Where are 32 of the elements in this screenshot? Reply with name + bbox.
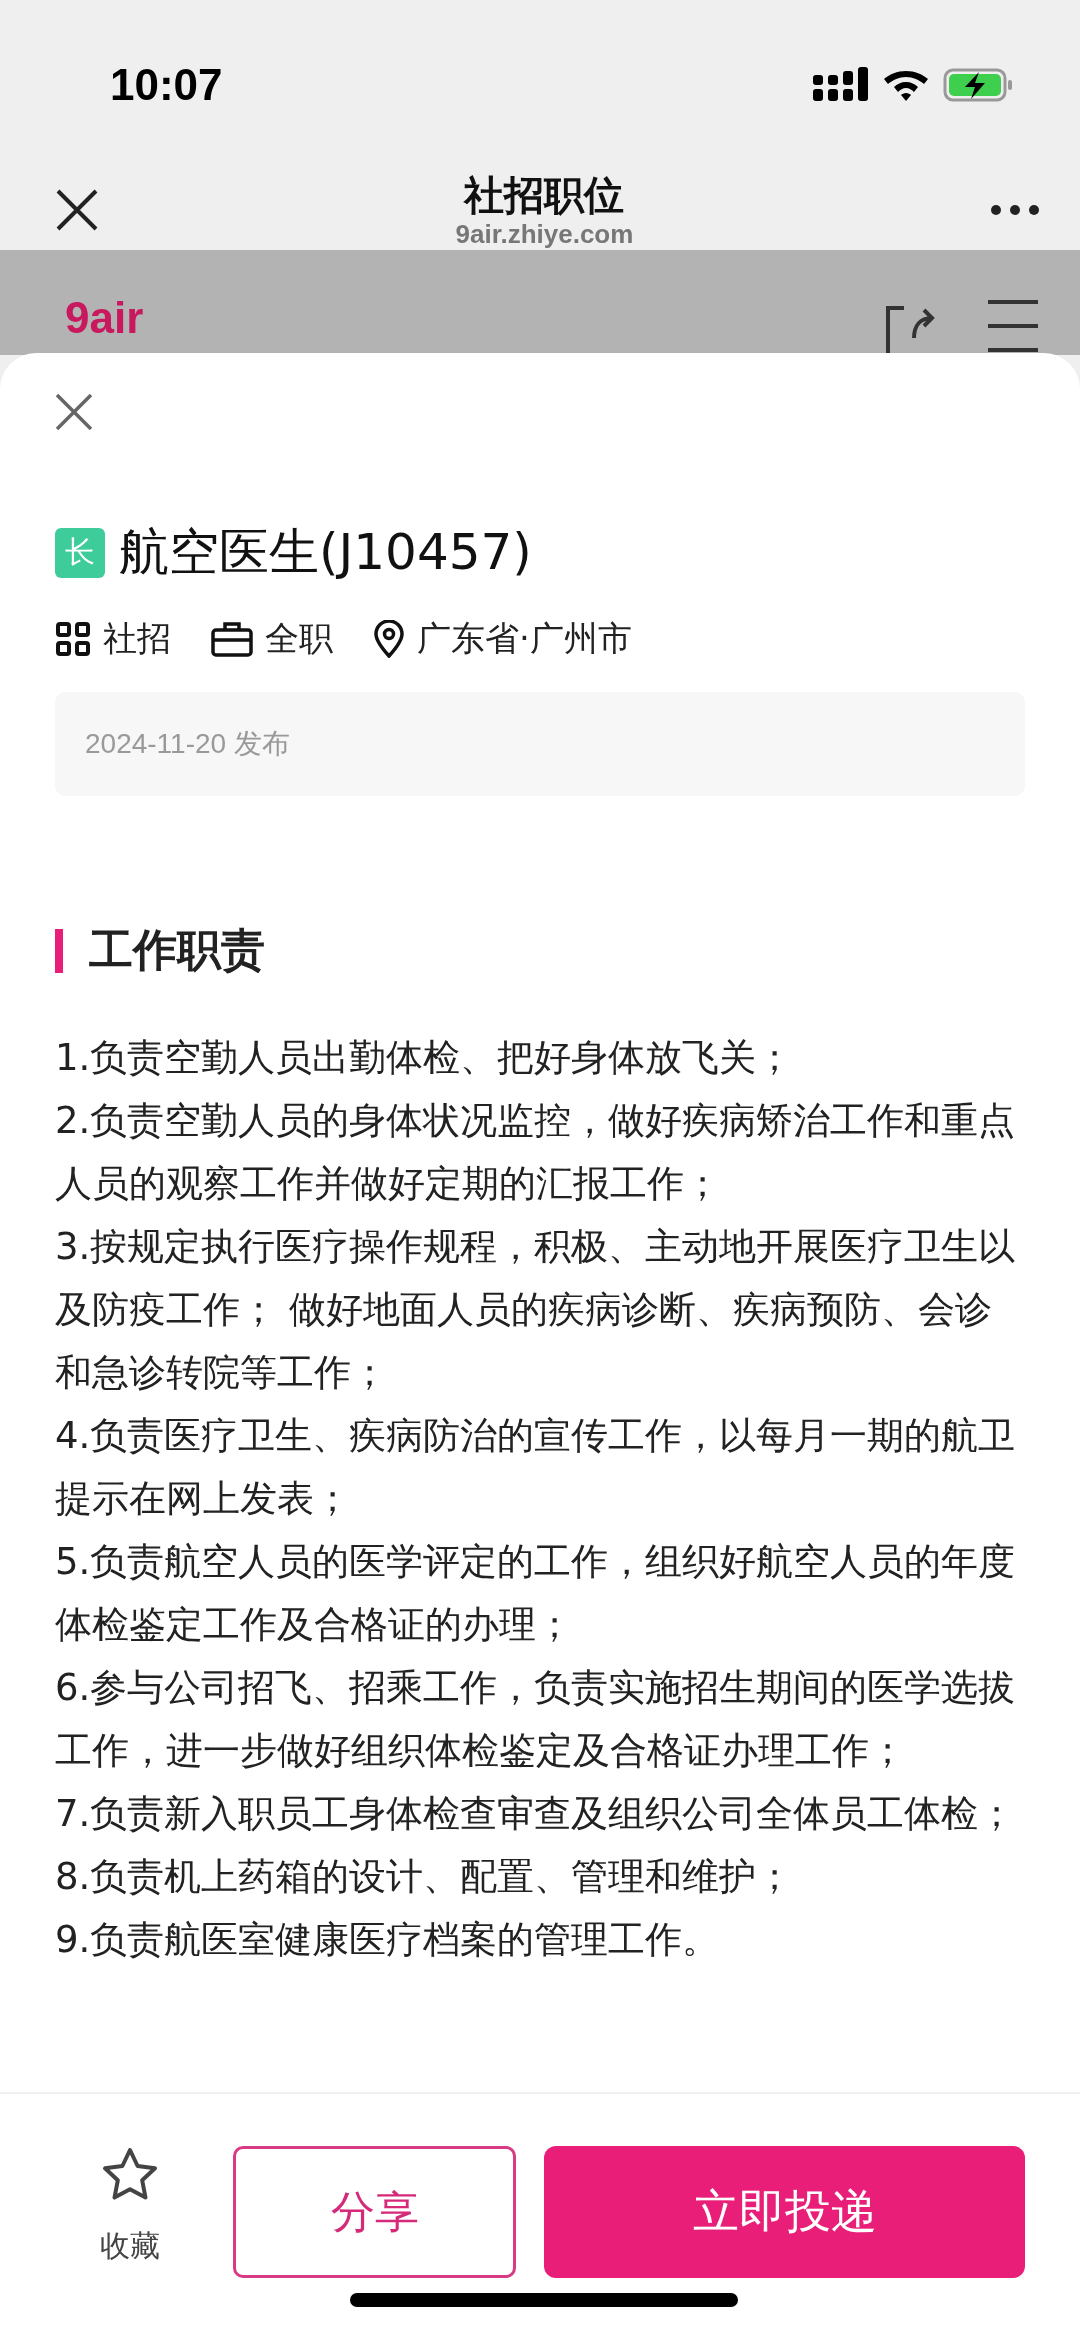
battery-charging-icon — [943, 67, 1015, 103]
close-icon[interactable] — [55, 188, 99, 232]
share-button[interactable]: 分享 — [233, 2146, 516, 2278]
duty-item: 3.按规定执行医疗操作规程，积极、主动地开展医疗卫生以及防疫工作； 做好地面人员的疾病诊断、疾病预防、会诊和急诊转院等工作； — [55, 1224, 1017, 1396]
duty-item: 1.负责空勤人员出勤体检、把好身体放飞关； — [55, 1035, 795, 1081]
publish-date: 2024-11-20 发布 — [55, 692, 1025, 796]
duty-item: 7.负责新入职员工身体检查审查及组织公司全体员工体检； — [55, 1791, 1017, 1837]
job-meta-label: 广东省·广州市 — [417, 617, 632, 660]
site-logo[interactable]: 9air — [65, 298, 144, 338]
duty-item: 9.负责航医室健康医疗档案的管理工作。 — [55, 1917, 721, 1963]
page-title: 社招职位 — [464, 171, 625, 219]
duty-item: 5.负责航空人员的医学评定的工作，组织好航空人员的年度体检鉴定工作及合格证的办理； — [55, 1539, 1017, 1648]
job-meta-label: 全职 — [265, 617, 333, 660]
status-time: 10:07 — [110, 60, 223, 110]
job-meta-label: 社招 — [103, 617, 171, 660]
section-heading: 工作职责 — [89, 923, 265, 977]
menu-icon[interactable] — [986, 298, 1040, 355]
briefcase-icon — [211, 621, 253, 657]
signal-icon — [813, 67, 869, 103]
duty-item: 6.参与公司招飞、招乘工作，负责实施招生期间的医学选拔工作，进一步做好组织体检鉴定及合格证办理工作； — [55, 1665, 1017, 1774]
section-accent-bar — [55, 928, 63, 973]
more-icon[interactable] — [990, 204, 1040, 216]
duty-item: 2.负责空勤人员的身体状况监控，做好疾病矫治工作和重点人员的观察工作并做好定期的汇报工作； — [55, 1098, 1017, 1207]
job-title: 航空医生(J10457) — [119, 522, 532, 583]
apply-button[interactable]: 立即投递 — [544, 2146, 1025, 2278]
duty-item: 4.负责医疗卫生、疾病防治的宣传工作，以每月一期的航卫提示在网上发表； — [55, 1413, 1017, 1522]
page-url: 9air.zhiye.com — [455, 219, 634, 249]
location-pin-icon — [373, 620, 405, 658]
job-badge: 长 — [55, 527, 105, 578]
favorite-button[interactable]: 收藏 — [55, 2146, 205, 2267]
duty-item: 8.负责机上药箱的设计、配置、管理和维护； — [55, 1854, 795, 1900]
grid-icon — [55, 621, 91, 657]
